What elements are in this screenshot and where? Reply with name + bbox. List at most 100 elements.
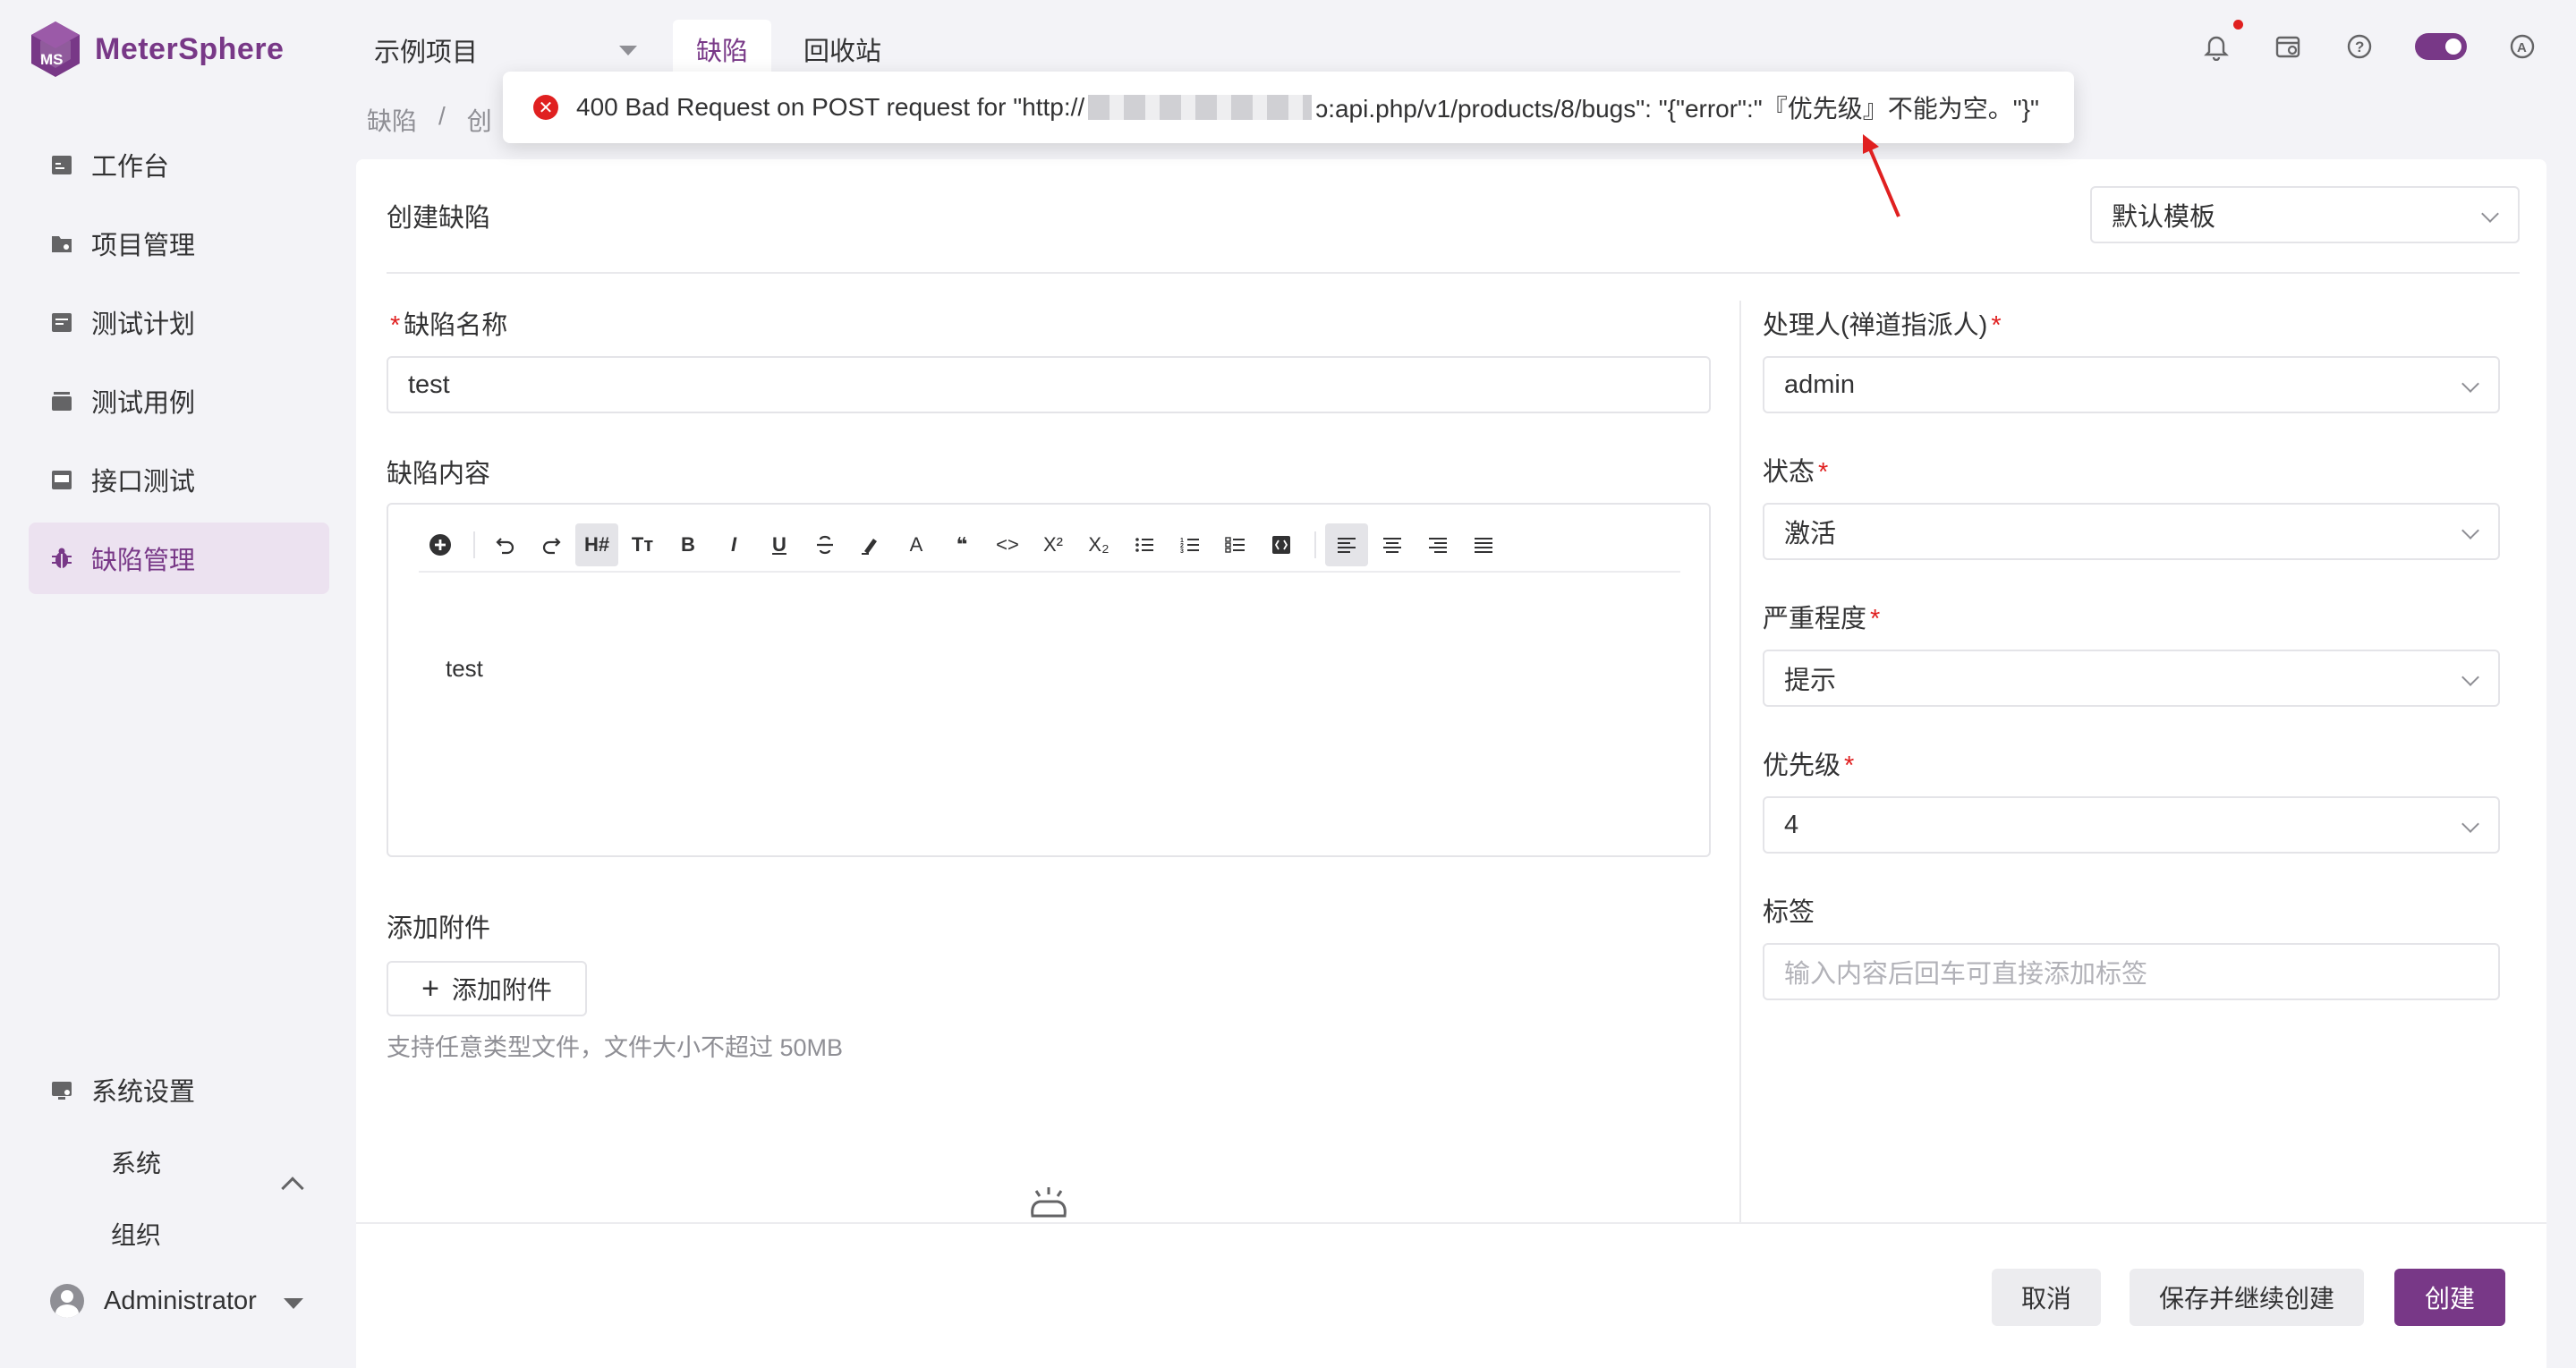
sidebar-subitem-organization[interactable]: 组织 bbox=[111, 1216, 161, 1252]
sidebar-item-bug-management[interactable]: 缺陷管理 bbox=[29, 523, 329, 594]
user-menu[interactable]: Administrator bbox=[50, 1284, 257, 1318]
assignee-label: 处理人(禅道指派人) * bbox=[1763, 311, 2002, 340]
sidebar-item-system-settings[interactable]: 系统设置 bbox=[29, 1054, 329, 1126]
task-center-icon[interactable] bbox=[2272, 30, 2304, 63]
svg-text:?: ? bbox=[2355, 38, 2364, 55]
help-icon[interactable]: ? bbox=[2343, 30, 2376, 63]
editor-content[interactable]: test bbox=[446, 655, 483, 683]
chevron-up-icon[interactable] bbox=[281, 1177, 304, 1200]
required-mark: * bbox=[1991, 311, 2002, 340]
font-size-icon[interactable]: Tт bbox=[621, 523, 664, 566]
highlight-icon[interactable] bbox=[849, 523, 892, 566]
assignee-select[interactable]: admin bbox=[1763, 356, 2500, 413]
undo-icon[interactable] bbox=[484, 523, 527, 566]
logo[interactable]: MS MeterSphere bbox=[29, 20, 284, 79]
theme-toggle[interactable] bbox=[2415, 33, 2467, 60]
plus-circle-icon[interactable] bbox=[419, 523, 462, 566]
cancel-button[interactable]: 取消 bbox=[1992, 1269, 2101, 1326]
strikethrough-icon[interactable] bbox=[803, 523, 846, 566]
bullet-list-icon[interactable] bbox=[1123, 523, 1166, 566]
top-right-icons: ? A bbox=[2200, 20, 2538, 63]
required-mark: * bbox=[1844, 752, 1855, 780]
sidebar-item-api-test[interactable]: 接口测试 bbox=[29, 444, 329, 515]
task-list-icon[interactable] bbox=[1214, 523, 1257, 566]
caret-down-icon bbox=[619, 45, 637, 55]
sidebar-item-label: 测试计划 bbox=[91, 310, 196, 339]
plus-icon: + bbox=[421, 971, 439, 1006]
attachment-label: 添加附件 bbox=[387, 914, 491, 943]
toolbar-separator bbox=[1314, 531, 1316, 558]
priority-select[interactable]: 4 bbox=[1763, 796, 2500, 854]
bug-name-label: * 缺陷名称 bbox=[390, 311, 508, 340]
required-mark: * bbox=[390, 311, 401, 340]
subscript-icon[interactable]: X₂ bbox=[1077, 523, 1120, 566]
severity-value: 提示 bbox=[1784, 667, 1837, 695]
severity-label: 严重程度 * bbox=[1763, 605, 1881, 633]
align-justify-icon[interactable] bbox=[1462, 523, 1505, 566]
user-name: Administrator bbox=[104, 1286, 257, 1315]
sidebar-subitem-system[interactable]: 系统 bbox=[111, 1144, 161, 1180]
breadcrumb-root[interactable]: 缺陷 bbox=[367, 102, 417, 138]
priority-value: 4 bbox=[1784, 810, 1799, 839]
status-select[interactable]: 激活 bbox=[1763, 503, 2500, 560]
sidebar-item-workbench[interactable]: 工作台 bbox=[29, 129, 329, 200]
sidebar-item-label: 接口测试 bbox=[91, 468, 196, 497]
code-icon[interactable]: <> bbox=[986, 523, 1029, 566]
italic-icon[interactable]: I bbox=[712, 523, 755, 566]
align-right-icon[interactable] bbox=[1416, 523, 1459, 566]
status-label: 状态 * bbox=[1763, 458, 1829, 487]
align-left-icon[interactable] bbox=[1325, 523, 1368, 566]
ordered-list-icon[interactable]: 123 bbox=[1169, 523, 1211, 566]
sidebar-item-label: 测试用例 bbox=[91, 389, 196, 418]
tab-recycle-bin[interactable]: 回收站 bbox=[780, 20, 905, 79]
sidebar-item-test-plan[interactable]: 测试计划 bbox=[29, 286, 329, 358]
settings-monitor-icon bbox=[48, 1076, 75, 1103]
language-icon[interactable]: A bbox=[2506, 30, 2538, 63]
breadcrumb-current: 创 bbox=[466, 107, 492, 135]
underline-icon[interactable]: U bbox=[758, 523, 801, 566]
test-plan-icon bbox=[48, 309, 75, 336]
error-icon: ✕ bbox=[533, 95, 558, 120]
sidebar-item-label: 工作台 bbox=[91, 153, 170, 182]
superscript-icon[interactable]: X² bbox=[1032, 523, 1075, 566]
bug-name-input[interactable]: test bbox=[387, 356, 1711, 413]
heading-icon[interactable]: H# bbox=[575, 523, 618, 566]
template-select[interactable]: 默认模板 bbox=[2090, 186, 2520, 243]
divider bbox=[387, 272, 2520, 274]
bell-icon[interactable] bbox=[2200, 20, 2243, 63]
avatar bbox=[50, 1284, 84, 1318]
align-center-icon[interactable] bbox=[1371, 523, 1414, 566]
test-case-icon bbox=[48, 387, 75, 414]
tags-input[interactable]: 输入内容后回车可直接添加标签 bbox=[1763, 943, 2500, 1000]
create-button[interactable]: 创建 bbox=[2394, 1269, 2505, 1326]
sidebar-item-project-management[interactable]: 项目管理 bbox=[29, 208, 329, 279]
quote-icon[interactable]: ❝ bbox=[940, 523, 983, 566]
redo-icon[interactable] bbox=[530, 523, 573, 566]
svg-text:A: A bbox=[2517, 40, 2527, 55]
code-block-icon[interactable] bbox=[1260, 523, 1303, 566]
bug-icon bbox=[48, 545, 75, 572]
font-color-icon[interactable]: A bbox=[895, 523, 938, 566]
sidebar-item-label: 系统设置 bbox=[91, 1078, 196, 1107]
metersphere-logo-icon: MS bbox=[31, 21, 80, 77]
sidebar: 工作台 项目管理 测试计划 测试用例 接口测试 缺陷管理 系统设置 系统 组织 … bbox=[0, 97, 356, 1368]
severity-select[interactable]: 提示 bbox=[1763, 650, 2500, 707]
project-select[interactable]: 示例项目 bbox=[374, 30, 642, 70]
caret-down-icon[interactable] bbox=[284, 1298, 303, 1309]
rich-text-editor[interactable]: H# Tт B I U A ❝ <> X² X₂ 123 test bbox=[387, 503, 1711, 857]
add-attachment-label: 添加附件 bbox=[451, 976, 552, 1004]
assignee-value: admin bbox=[1784, 370, 1855, 399]
required-mark: * bbox=[1870, 605, 1881, 633]
chevron-down-icon bbox=[2461, 668, 2479, 686]
tab-bugs[interactable]: 缺陷 bbox=[673, 20, 772, 79]
chevron-down-icon bbox=[2461, 815, 2479, 833]
add-attachment-button[interactable]: + 添加附件 bbox=[387, 961, 587, 1016]
chevron-down-icon bbox=[2481, 205, 2499, 223]
bold-icon[interactable]: B bbox=[667, 523, 710, 566]
save-and-continue-button[interactable]: 保存并继续创建 bbox=[2130, 1269, 2364, 1326]
toolbar-separator bbox=[473, 531, 475, 558]
tags-label: 标签 bbox=[1763, 898, 1815, 927]
page-title: 创建缺陷 bbox=[387, 204, 491, 233]
sidebar-item-test-case[interactable]: 测试用例 bbox=[29, 365, 329, 437]
bug-content-label: 缺陷内容 bbox=[387, 460, 491, 489]
